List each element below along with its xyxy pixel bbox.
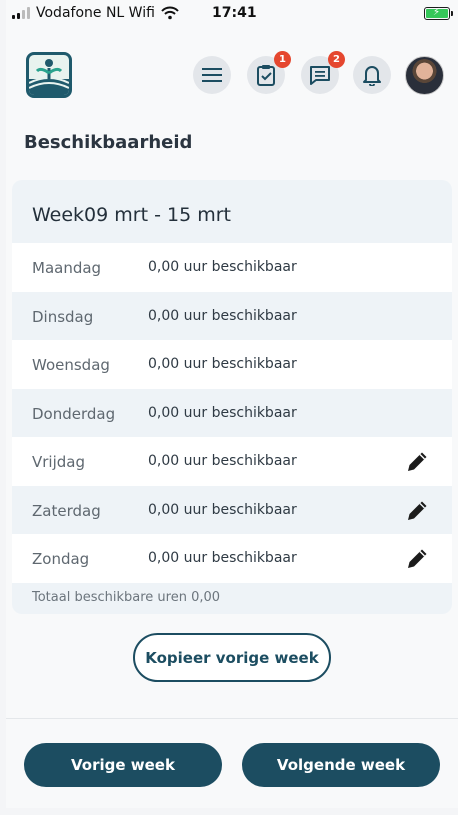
edit-pencil-icon[interactable] (404, 449, 430, 475)
next-week-button[interactable]: Volgende week (242, 743, 440, 787)
day-row-saturday: Zaterdag 0,00 uur beschikbaar (12, 485, 452, 534)
day-name: Vrijdag (32, 453, 85, 471)
clipboard-check-icon (257, 65, 275, 86)
wifi-icon (161, 6, 179, 20)
day-name: Dinsdag (32, 307, 94, 326)
day-row-friday: Vrijdag 0,00 uur beschikbaar (12, 437, 452, 486)
logo-icon (29, 59, 69, 95)
messages-button[interactable]: 2 (301, 51, 345, 94)
total-hours: Totaal beschikbare uren 0,00 (32, 590, 221, 605)
previous-week-button[interactable]: Vorige week (24, 743, 222, 787)
day-row-tuesday: Dinsdag 0,00 uur beschikbaar (12, 291, 452, 340)
availability-card: Week09 mrt - 15 mrt Maandag 0,00 uur bes… (12, 180, 452, 614)
edit-pencil-icon[interactable] (404, 546, 430, 572)
app-screen: Vodafone NL Wifi 17:41 ⚡ 1 2 Beschikbaar… (6, 0, 458, 808)
day-hours: 0,00 uur beschikbaar (148, 259, 297, 275)
day-row-thursday: Donderdag 0,00 uur beschikbaar (12, 388, 452, 437)
status-left: Vodafone NL Wifi (12, 5, 179, 21)
messages-badge: 2 (328, 51, 345, 68)
day-hours: 0,00 uur beschikbaar (148, 307, 297, 324)
day-hours: 0,00 uur beschikbaar (148, 550, 297, 566)
tasks-badge: 1 (274, 51, 291, 68)
status-bar: Vodafone NL Wifi 17:41 ⚡ (6, 0, 458, 28)
day-row-monday: Maandag 0,00 uur beschikbaar (12, 243, 452, 292)
day-hours: 0,00 uur beschikbaar (148, 453, 297, 469)
battery-icon: ⚡ (424, 7, 453, 20)
user-avatar[interactable] (405, 56, 444, 95)
day-hours: 0,00 uur beschikbaar (148, 501, 297, 518)
chat-icon (310, 66, 330, 85)
day-name: Maandag (32, 259, 102, 277)
day-row-sunday: Zondag 0,00 uur beschikbaar (12, 534, 452, 583)
footer-divider (6, 718, 458, 719)
tasks-button[interactable]: 1 (247, 51, 291, 94)
app-logo[interactable] (26, 52, 72, 98)
notifications-button[interactable] (353, 56, 391, 94)
hamburger-icon (202, 68, 222, 82)
day-row-wednesday: Woensdag 0,00 uur beschikbaar (12, 340, 452, 389)
signal-icon (12, 7, 30, 19)
day-list: Maandag 0,00 uur beschikbaar Dinsdag 0,0… (12, 243, 452, 583)
status-time: 17:41 (212, 5, 257, 21)
carrier-label: Vodafone NL Wifi (36, 5, 155, 21)
page-title: Beschikbaarheid (24, 132, 193, 153)
day-name: Woensdag (32, 356, 110, 374)
day-name: Zondag (32, 550, 90, 568)
day-name: Donderdag (32, 404, 116, 423)
menu-button[interactable] (193, 56, 231, 94)
copy-previous-week-button[interactable]: Kopieer vorige week (133, 633, 331, 682)
edit-pencil-icon[interactable] (404, 498, 430, 524)
day-hours: 0,00 uur beschikbaar (148, 404, 297, 421)
day-name: Zaterdag (32, 501, 101, 520)
day-hours: 0,00 uur beschikbaar (148, 356, 297, 372)
week-title: Week09 mrt - 15 mrt (32, 204, 231, 226)
bell-icon (363, 66, 381, 86)
